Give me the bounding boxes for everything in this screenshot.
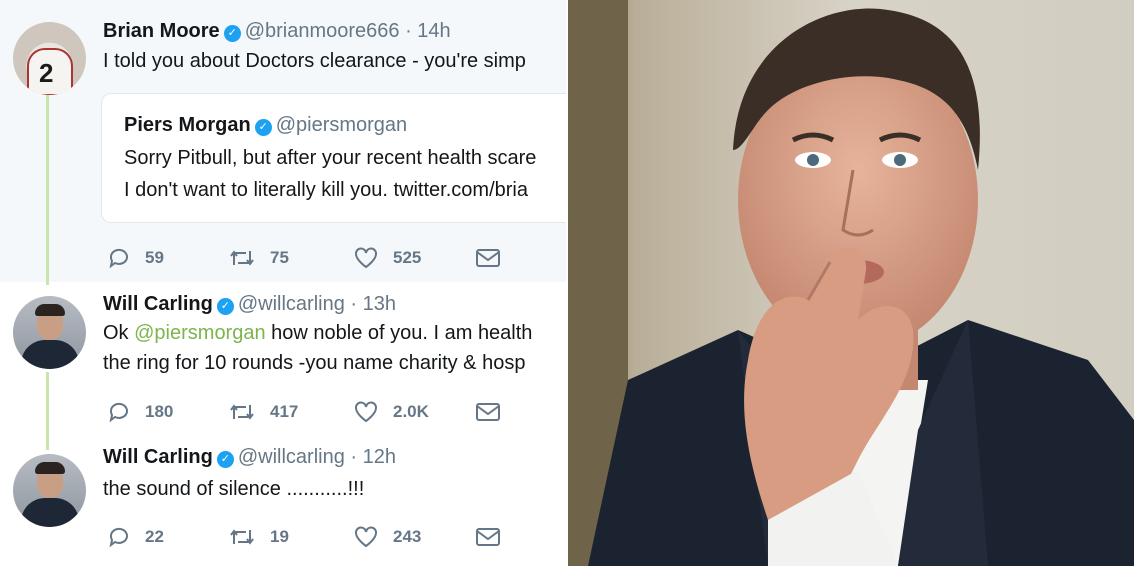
like-count: 525 bbox=[393, 248, 422, 267]
tweet-header: Will Carling ✓ @willcarling · 13h bbox=[103, 293, 396, 316]
thread-connector bbox=[46, 95, 49, 285]
retweet-button[interactable]: 75 bbox=[228, 243, 289, 273]
tweet-text: Ok @piersmorgan how noble of you. I am h… bbox=[103, 318, 532, 378]
verified-badge-icon: ✓ bbox=[216, 451, 234, 468]
quoted-author-name: Piers Morgan bbox=[124, 114, 251, 136]
heart-icon bbox=[355, 526, 377, 548]
retweet-count: 75 bbox=[270, 248, 289, 267]
retweet-count: 19 bbox=[270, 527, 289, 546]
author-name[interactable]: Will Carling bbox=[103, 446, 213, 468]
avatar[interactable] bbox=[13, 454, 86, 527]
avatar-suit bbox=[21, 498, 79, 527]
tweet-will-carling-2[interactable]: Will Carling ✓ @willcarling · 12h the soun… bbox=[0, 440, 566, 566]
heart-icon bbox=[355, 247, 377, 269]
tweet-timestamp[interactable]: · 14h bbox=[405, 20, 451, 42]
retweet-count: 417 bbox=[270, 402, 299, 421]
reply-count: 59 bbox=[145, 248, 164, 267]
reply-button[interactable]: 22 bbox=[107, 522, 164, 552]
reply-icon bbox=[109, 248, 128, 269]
verified-badge-icon: ✓ bbox=[216, 298, 234, 315]
envelope-icon bbox=[476, 403, 500, 421]
like-button[interactable]: 243 bbox=[353, 522, 421, 552]
avatar[interactable]: 2 bbox=[13, 22, 86, 95]
direct-message-button[interactable] bbox=[475, 522, 515, 552]
quoted-author-handle: @piersmorgan bbox=[275, 114, 408, 136]
retweet-button[interactable]: 19 bbox=[228, 522, 289, 552]
retweet-button[interactable]: 417 bbox=[228, 397, 298, 427]
avatar-hair bbox=[35, 304, 65, 316]
mention-link[interactable]: @piersmorgan bbox=[134, 322, 265, 344]
avatar-hair bbox=[35, 462, 65, 474]
author-name[interactable]: Brian Moore bbox=[103, 20, 220, 42]
tweet-actions: 180 417 2.0K bbox=[103, 397, 523, 427]
thread-connector bbox=[46, 372, 49, 450]
quoted-tweet-line: Sorry Pitbull, but after your recent hea… bbox=[124, 147, 537, 169]
tweet-thread-screenshot: 2 Brian Moore ✓ @brianmoore666 · 14h I tol… bbox=[0, 0, 566, 566]
tweet-actions: 22 19 243 bbox=[103, 522, 523, 552]
quoted-tweet-header: Piers Morgan ✓ @piersmorgan bbox=[124, 114, 407, 137]
portrait-photo bbox=[568, 0, 1134, 566]
author-handle[interactable]: @brianmoore666 bbox=[245, 20, 400, 42]
reply-count: 180 bbox=[145, 402, 174, 421]
like-button[interactable]: 2.0K bbox=[353, 397, 429, 427]
reply-count: 22 bbox=[145, 527, 164, 546]
like-count: 2.0K bbox=[393, 402, 429, 421]
jersey-number: 2 bbox=[39, 58, 54, 88]
author-handle[interactable]: @willcarling bbox=[238, 293, 345, 315]
tweet-text-line: the ring for 10 rounds -you name charity… bbox=[103, 352, 526, 374]
like-count: 243 bbox=[393, 527, 422, 546]
envelope-icon bbox=[476, 249, 500, 267]
tweet-timestamp[interactable]: · 12h bbox=[350, 446, 396, 468]
verified-badge-icon: ✓ bbox=[223, 25, 241, 42]
tweet-header: Brian Moore ✓ @brianmoore666 · 14h bbox=[103, 20, 451, 43]
heart-icon bbox=[355, 401, 377, 423]
tweet-header: Will Carling ✓ @willcarling · 12h bbox=[103, 446, 396, 469]
author-handle[interactable]: @willcarling bbox=[238, 446, 345, 468]
tweet-text-suffix: how noble of you. I am health bbox=[265, 322, 533, 344]
quoted-tweet-line: I don't want to literally kill you. twit… bbox=[124, 179, 528, 201]
verified-badge-icon: ✓ bbox=[254, 119, 272, 136]
quoted-tweet-text: Sorry Pitbull, but after your recent hea… bbox=[124, 142, 536, 206]
tweet-brian-moore[interactable]: 2 Brian Moore ✓ @brianmoore666 · 14h I tol… bbox=[0, 0, 566, 282]
direct-message-button[interactable] bbox=[475, 397, 515, 427]
avatar[interactable] bbox=[13, 296, 86, 369]
tweet-actions: 59 75 525 bbox=[103, 243, 523, 273]
tweet-text-prefix: Ok bbox=[103, 322, 135, 344]
author-name[interactable]: Will Carling bbox=[103, 293, 213, 315]
reply-button[interactable]: 59 bbox=[107, 243, 164, 273]
tweet-timestamp[interactable]: · 13h bbox=[350, 293, 396, 315]
portrait-illustration bbox=[568, 0, 1134, 566]
direct-message-button[interactable] bbox=[475, 243, 515, 273]
reply-icon bbox=[109, 402, 128, 423]
reply-button[interactable]: 180 bbox=[107, 397, 173, 427]
quoted-tweet[interactable]: Piers Morgan ✓ @piersmorgan Sorry Pitbull,… bbox=[101, 93, 566, 223]
tweet-will-carling-1[interactable]: Will Carling ✓ @willcarling · 13h Ok @pier… bbox=[0, 282, 566, 440]
retweet-icon bbox=[230, 529, 254, 545]
retweet-icon bbox=[230, 250, 254, 266]
tweet-text: the sound of silence ...........!!! bbox=[103, 478, 365, 500]
avatar-suit bbox=[21, 340, 79, 369]
like-button[interactable]: 525 bbox=[353, 243, 421, 273]
reply-icon bbox=[109, 527, 128, 548]
retweet-icon bbox=[230, 404, 254, 420]
envelope-icon bbox=[476, 528, 500, 546]
tweet-text: I told you about Doctors clearance - you… bbox=[103, 50, 526, 72]
